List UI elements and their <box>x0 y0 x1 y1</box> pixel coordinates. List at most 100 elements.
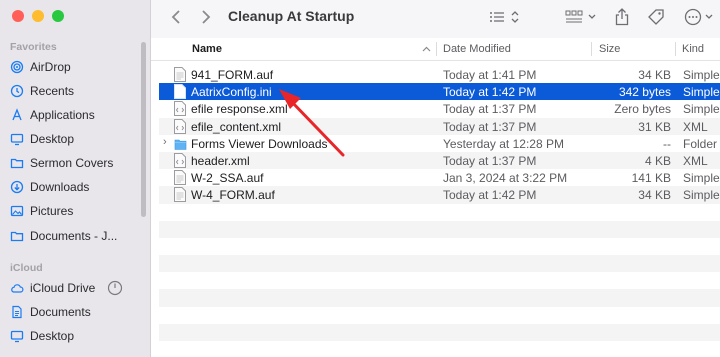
back-button[interactable] <box>166 7 186 27</box>
file-name: efile_content.xml <box>191 119 282 134</box>
clock-icon <box>10 84 24 98</box>
empty-row <box>159 204 720 221</box>
file-date: Today at 1:41 PM <box>443 68 537 82</box>
file-date: Today at 1:37 PM <box>443 153 537 168</box>
list-view-button[interactable] <box>488 7 522 27</box>
file-name: 941_FORM.auf <box>191 68 274 82</box>
sidebar-item-label: Desktop <box>30 132 75 146</box>
document-icon <box>174 187 186 203</box>
file-size: Zero bytes <box>614 102 671 117</box>
share-button[interactable] <box>615 7 629 27</box>
file-kind: Folder <box>683 136 718 151</box>
file-row-aatrixconfig[interactable]: AatrixConfig.ini Today at 1:42 PM 342 by… <box>159 83 720 101</box>
file-name: Forms Viewer Downloads <box>191 136 328 151</box>
forward-button[interactable] <box>196 7 216 27</box>
file-date: Jan 3, 2024 at 3:22 PM <box>443 171 568 186</box>
file-row-forms-viewer-downloads[interactable]: › Forms Viewer Downloads Yesterday at 12… <box>159 135 720 152</box>
grid-icon <box>565 10 596 23</box>
sidebar-item-label: iCloud Drive <box>30 281 96 295</box>
sidebar-item-airdrop[interactable]: AirDrop <box>10 56 138 78</box>
column-header: Name Date Modified Size Kind <box>151 38 720 61</box>
sidebar-item-recents[interactable]: Recents <box>10 80 138 102</box>
xml-file-icon <box>174 152 186 168</box>
sidebar-item-label: Applications <box>30 108 95 122</box>
sidebar-item-label: AirDrop <box>30 60 71 74</box>
file-row-efile-response[interactable]: efile response.xml Today at 1:37 PM Zero… <box>159 100 720 117</box>
sidebar-item-downloads[interactable]: Downloads <box>10 176 138 198</box>
xml-file-icon <box>174 101 186 117</box>
sidebar-item-desktop[interactable]: Desktop <box>10 128 138 150</box>
sidebar-item-label: Documents - J... <box>30 229 118 243</box>
more-icon <box>684 8 713 26</box>
file-row-941-form[interactable]: 941_FORM.auf Today at 1:41 PM 34 KB Simp… <box>159 66 720 83</box>
sidebar-item-pictures[interactable]: Pictures <box>10 200 138 222</box>
file-row-efile-content[interactable]: efile_content.xml Today at 1:37 PM 31 KB… <box>159 117 720 135</box>
sidebar-item-icloud-desktop[interactable]: Desktop <box>10 325 138 347</box>
file-date: Today at 1:42 PM <box>443 85 537 100</box>
favorites-heading: Favorites <box>10 41 57 53</box>
file-size: 31 KB <box>638 119 671 134</box>
desktop-icon <box>10 330 24 343</box>
sidebar-item-icloud-documents[interactable]: Documents <box>10 301 138 323</box>
file-date: Today at 1:37 PM <box>443 119 537 134</box>
file-size: -- <box>663 136 671 151</box>
document-icon <box>174 84 186 100</box>
applications-icon <box>12 108 22 121</box>
zoom-button[interactable] <box>52 10 64 22</box>
disclosure-chevron-icon[interactable]: › <box>163 136 167 148</box>
close-button[interactable] <box>12 10 24 22</box>
airdrop-icon <box>10 60 24 74</box>
file-name: header.xml <box>191 153 250 168</box>
download-icon <box>10 180 24 194</box>
desktop-icon <box>10 133 24 146</box>
minimize-button[interactable] <box>32 10 44 22</box>
file-kind: Simple... <box>683 68 720 82</box>
file-size: 4 KB <box>644 153 671 168</box>
group-view-button[interactable] <box>565 7 599 27</box>
folder-icon <box>10 158 24 169</box>
sidebar-item-sermon-covers[interactable]: Sermon Covers <box>10 152 138 174</box>
sidebar-item-label: Documents <box>30 305 91 319</box>
file-size: 34 KB <box>638 68 671 82</box>
file-row-w2-ssa[interactable]: W-2_SSA.auf Jan 3, 2024 at 3:22 PM 141 K… <box>159 169 720 186</box>
file-list: 941_FORM.auf Today at 1:41 PM 34 KB Simp… <box>159 66 720 341</box>
file-size: 342 bytes <box>618 85 671 100</box>
folder-icon <box>174 139 187 150</box>
file-row-header-xml[interactable]: header.xml Today at 1:37 PM 4 KB XML <box>159 151 720 170</box>
file-kind: XML <box>683 153 708 168</box>
empty-row <box>159 323 720 341</box>
file-kind: Simple... <box>683 188 720 203</box>
file-date: Today at 1:37 PM <box>443 102 537 117</box>
chevron-right-icon <box>202 10 211 24</box>
chevron-up-icon <box>422 46 431 52</box>
column-name[interactable]: Name <box>192 43 222 55</box>
column-kind[interactable]: Kind <box>682 43 704 55</box>
sidebar-item-applications[interactable]: Applications <box>10 104 138 126</box>
column-size[interactable]: Size <box>599 43 620 55</box>
sidebar-item-label: Pictures <box>30 204 74 218</box>
empty-row <box>159 307 720 324</box>
column-date-modified[interactable]: Date Modified <box>443 43 511 55</box>
sidebar-item-label: Sermon Covers <box>30 156 114 170</box>
file-name: AatrixConfig.ini <box>191 85 272 100</box>
file-row-w4-form[interactable]: W-4_FORM.auf Today at 1:42 PM 34 KB Simp… <box>159 186 720 204</box>
sidebar-item-documents-j[interactable]: Documents - J... <box>10 225 138 247</box>
cloud-icon <box>11 284 24 293</box>
list-icon <box>490 11 519 23</box>
sidebar-item-label: Downloads <box>30 180 90 194</box>
file-name: W-2_SSA.auf <box>191 171 264 186</box>
file-kind: XML <box>683 119 708 134</box>
sidebar-scrollbar[interactable] <box>141 42 146 217</box>
file-size: 34 KB <box>638 188 671 203</box>
document-icon <box>174 170 186 186</box>
pictures-icon <box>10 205 24 217</box>
window-controls <box>12 10 64 22</box>
document-icon <box>174 67 186 82</box>
empty-row <box>159 238 720 255</box>
more-actions-button[interactable] <box>684 7 718 27</box>
file-kind: Simple... <box>683 85 720 100</box>
tags-button[interactable] <box>647 7 665 27</box>
sidebar: Favorites AirDrop Recents Applications D… <box>0 0 151 357</box>
folder-icon <box>10 231 24 242</box>
icloud-heading: iCloud <box>10 262 43 274</box>
